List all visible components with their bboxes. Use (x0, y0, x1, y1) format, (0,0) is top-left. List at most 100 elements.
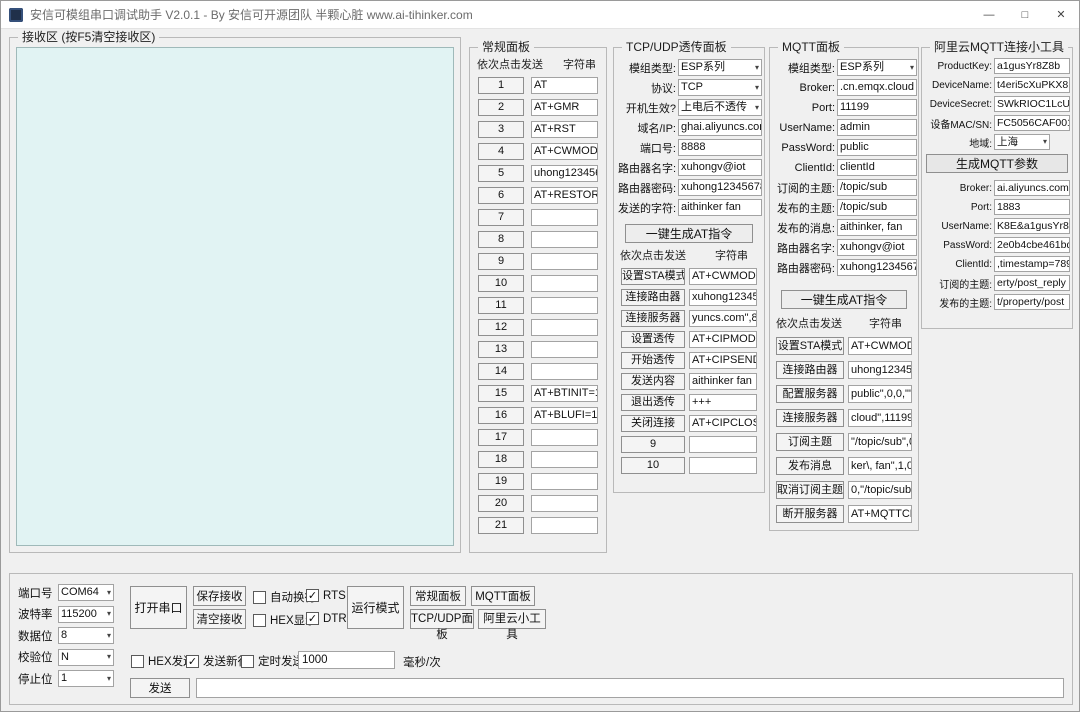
command-input[interactable]: ker\, fan",1,0 (848, 457, 912, 475)
field-value[interactable]: public (837, 139, 917, 156)
field-value[interactable]: ESP系列 ▾ (837, 59, 917, 76)
field-value[interactable]: admin (837, 119, 917, 136)
send-step-button[interactable]: 设置STA模式 (621, 268, 685, 285)
command-input[interactable]: AT+MQTTCLEAN=0 (848, 505, 912, 523)
field-value[interactable]: xuhong12345678 (678, 179, 762, 196)
generate-mqtt-params-button[interactable]: 生成MQTT参数 (926, 154, 1068, 173)
field-value[interactable]: 上海 ▾ (994, 134, 1050, 150)
send-step-button[interactable]: 18 (478, 451, 524, 468)
send-step-button[interactable]: 15 (478, 385, 524, 402)
command-input[interactable]: AT+RST (531, 121, 598, 138)
command-input[interactable]: AT+BLUFI=1 (531, 407, 598, 424)
send-step-button[interactable]: 开始透传 (621, 352, 685, 369)
send-step-button[interactable]: 3 (478, 121, 524, 138)
send-step-button[interactable]: 4 (478, 143, 524, 160)
field-value[interactable]: xuhongv@iot (678, 159, 762, 176)
field-value[interactable]: N ▾ (58, 648, 114, 666)
save-receive-button[interactable]: 保存接收 (193, 586, 246, 606)
send-step-button[interactable]: 连接服务器 (621, 310, 685, 327)
field-value[interactable]: t/property/post (994, 294, 1070, 310)
send-step-button[interactable]: 退出透传 (621, 394, 685, 411)
checkbox-timed-send[interactable]: 定时发送 (241, 653, 304, 669)
command-input[interactable]: AT+BTINIT=1 (531, 385, 598, 402)
command-input[interactable] (531, 429, 598, 446)
minimize-button[interactable]: — (971, 1, 1007, 29)
field-value[interactable]: t4eri5cXuPKX8E (994, 77, 1070, 93)
command-input[interactable]: uhong12345678" (531, 165, 598, 182)
generate-at-button[interactable]: 一键生成AT指令 (625, 224, 753, 243)
command-input[interactable] (689, 436, 757, 453)
send-step-button[interactable]: 连接服务器 (776, 409, 844, 427)
interval-input[interactable] (298, 651, 395, 669)
checkbox-send-newline[interactable]: ✓ 发送新行 (186, 653, 249, 669)
send-step-button[interactable]: 订阅主题 (776, 433, 844, 451)
field-value[interactable]: ghai.aliyuncs.com (678, 119, 762, 136)
command-input[interactable] (531, 253, 598, 270)
command-input[interactable]: AT (531, 77, 598, 94)
field-value[interactable]: /topic/sub (837, 179, 917, 196)
send-step-button[interactable]: 连接路由器 (776, 361, 844, 379)
field-value[interactable]: 8 ▾ (58, 627, 114, 644)
send-step-button[interactable]: 16 (478, 407, 524, 424)
field-value[interactable]: ai.aliyuncs.com (994, 180, 1070, 196)
send-step-button[interactable]: 1 (478, 77, 524, 94)
send-step-button[interactable]: 9 (478, 253, 524, 270)
field-value[interactable]: a1gusYr8Z8b (994, 58, 1070, 74)
send-step-button[interactable]: 5 (478, 165, 524, 182)
send-step-button[interactable]: 13 (478, 341, 524, 358)
field-value[interactable]: ESP系列 ▾ (678, 59, 762, 76)
command-input[interactable]: 0,"/topic/sub" (848, 481, 912, 499)
send-step-button[interactable]: 发布消息 (776, 457, 844, 475)
command-input[interactable]: uhong12345678" (848, 361, 912, 379)
send-input[interactable] (196, 678, 1064, 698)
field-value[interactable]: erty/post_reply (994, 275, 1070, 291)
command-input[interactable] (531, 209, 598, 226)
field-value[interactable]: xuhong12345678 (837, 259, 917, 276)
panel-aliyun-button[interactable]: 阿里云小工具 (478, 609, 546, 641)
command-input[interactable]: AT+CIPSEND (689, 352, 757, 369)
send-step-button[interactable]: 9 (621, 436, 685, 453)
command-input[interactable]: "/topic/sub",0 (848, 433, 912, 451)
field-value[interactable]: .cn.emqx.cloud (837, 79, 917, 96)
send-step-button[interactable]: 10 (478, 275, 524, 292)
command-input[interactable]: AT+CWMODE=1 (848, 337, 912, 355)
send-step-button[interactable]: 11 (478, 297, 524, 314)
command-input[interactable]: AT+CWMODE=1 (531, 143, 598, 160)
command-input[interactable]: AT+CIPCLOSE (689, 415, 757, 432)
command-input[interactable] (531, 341, 598, 358)
field-value[interactable]: FC5056CAF001 (994, 115, 1070, 131)
clear-receive-button[interactable]: 清空接收 (193, 609, 246, 629)
send-step-button[interactable]: 设置STA模式 (776, 337, 844, 355)
send-step-button[interactable]: 12 (478, 319, 524, 336)
field-value[interactable]: ,timestamp=789| (994, 256, 1070, 272)
command-input[interactable] (531, 495, 598, 512)
command-input[interactable]: AT+RESTORE (531, 187, 598, 204)
field-value[interactable]: 上电后不透传 ▾ (678, 99, 762, 116)
command-input[interactable]: public",0,0,"" (848, 385, 912, 403)
command-input[interactable]: xuhong12345678" (689, 289, 757, 306)
generate-at-button[interactable]: 一键生成AT指令 (781, 290, 907, 309)
field-value[interactable]: 115200 ▾ (58, 605, 114, 623)
field-value[interactable]: SWkRIOC1LcU3lFD (994, 96, 1070, 112)
field-value[interactable]: clientId (837, 159, 917, 176)
send-step-button[interactable]: 8 (478, 231, 524, 248)
field-value[interactable]: 2e0b4cbe461bd81 (994, 237, 1070, 253)
command-input[interactable] (531, 517, 598, 534)
send-step-button[interactable]: 19 (478, 473, 524, 490)
command-input[interactable] (689, 457, 757, 474)
receive-area[interactable] (16, 47, 454, 546)
send-step-button[interactable]: 17 (478, 429, 524, 446)
command-input[interactable]: +++ (689, 394, 757, 411)
command-input[interactable] (531, 363, 598, 380)
send-step-button[interactable]: 连接路由器 (621, 289, 685, 306)
command-input[interactable]: AT+CWMODE=1 (689, 268, 757, 285)
close-button[interactable]: ✕ (1043, 1, 1079, 29)
field-value[interactable]: aithinker, fan (837, 219, 917, 236)
command-input[interactable] (531, 275, 598, 292)
send-step-button[interactable]: 取消订阅主题 (776, 481, 844, 499)
send-step-button[interactable]: 14 (478, 363, 524, 380)
field-value[interactable]: 8888 (678, 139, 762, 156)
send-step-button[interactable]: 7 (478, 209, 524, 226)
panel-regular-button[interactable]: 常规面板 (410, 586, 466, 606)
maximize-button[interactable]: □ (1007, 1, 1043, 29)
